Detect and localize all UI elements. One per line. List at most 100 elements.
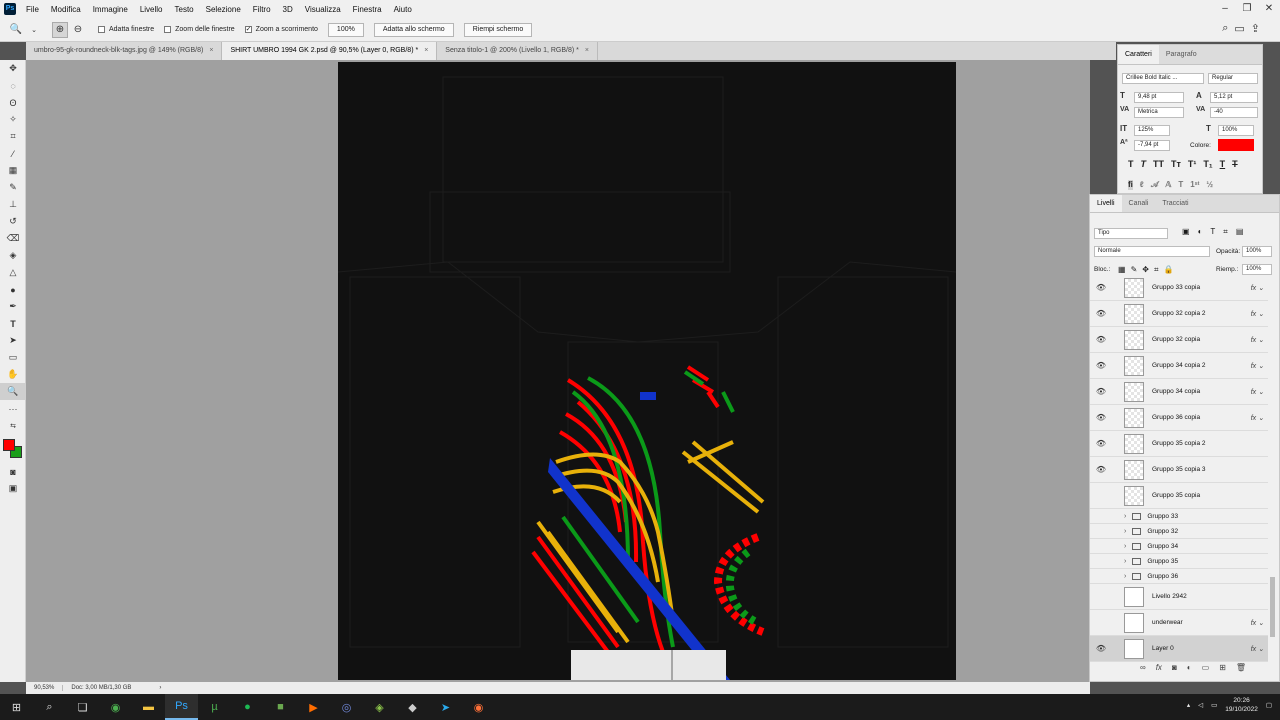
lock-transparency-icon[interactable]: ▦ xyxy=(1118,265,1126,275)
utorrent-icon[interactable]: µ xyxy=(198,694,231,720)
fit-screen-button[interactable]: Adatta allo schermo xyxy=(373,22,454,37)
layer-group-row[interactable]: › Gruppo 35 xyxy=(1090,554,1268,569)
screen-mode-icon[interactable]: ▣ xyxy=(0,480,26,497)
restore-icon[interactable]: ❐ xyxy=(1236,0,1258,18)
layer-row[interactable]: 👁 Gruppo 32 copia 2 fx ⌄ xyxy=(1090,301,1268,327)
link-layers-icon[interactable]: ∞ xyxy=(1140,663,1146,672)
layer-name[interactable]: Gruppo 34 copia xyxy=(1152,388,1200,395)
swap-colors-icon[interactable]: ⇆ xyxy=(0,417,26,434)
eye-icon[interactable]: 👁 xyxy=(1090,283,1112,292)
text-color-swatch[interactable] xyxy=(1218,139,1254,151)
menu-testo[interactable]: Testo xyxy=(169,5,200,14)
workspace-icon[interactable]: ▭ xyxy=(1234,22,1244,35)
media-player-icon[interactable]: ▶ xyxy=(297,694,330,720)
layer-name[interactable]: Gruppo 32 copia 2 xyxy=(1152,310,1205,317)
eye-icon[interactable]: 👁 xyxy=(1090,361,1112,370)
volume-icon[interactable]: ◁ xyxy=(1198,701,1203,709)
underline-icon[interactable]: T xyxy=(1220,159,1226,169)
menu-visualizza[interactable]: Visualizza xyxy=(299,5,347,14)
strikethrough-icon[interactable]: T xyxy=(1232,159,1238,169)
eye-icon[interactable]: 👁 xyxy=(1090,335,1112,344)
adjustment-layer-icon[interactable]: ◐ xyxy=(1187,663,1192,672)
clock[interactable]: 20:26 19/10/2022 xyxy=(1225,696,1258,714)
status-chevron-icon[interactable]: › xyxy=(159,685,161,691)
tab-canali[interactable]: Canali xyxy=(1122,195,1156,212)
chevron-right-icon[interactable]: › xyxy=(1124,573,1126,580)
app-icon[interactable]: ◈ xyxy=(363,694,396,720)
tab-caratteri[interactable]: Caratteri xyxy=(1118,45,1159,64)
zoom-value-field[interactable]: 100% xyxy=(327,22,364,37)
healing-brush-icon[interactable]: ▦ xyxy=(0,162,26,179)
superscript-icon[interactable]: T¹ xyxy=(1188,159,1197,169)
vertical-scale-field[interactable]: 125% xyxy=(1134,125,1170,136)
ligature-icon[interactable]: fi xyxy=(1128,180,1133,190)
fx-icon[interactable]: fx ⌄ xyxy=(1251,362,1264,370)
new-layer-icon[interactable]: ⊞ xyxy=(1219,663,1226,672)
layer-group-name[interactable]: Gruppo 35 xyxy=(1147,558,1178,565)
tab-umbro-jpg[interactable]: umbro-95-gk-roundneck-blk-tags.jpg @ 149… xyxy=(26,42,223,60)
close-icon[interactable]: × xyxy=(424,47,428,54)
share-icon[interactable]: ⇪ xyxy=(1251,22,1260,35)
type-filter-icon[interactable]: T xyxy=(1210,227,1215,237)
marquee-tool-icon[interactable]: ◌ xyxy=(0,77,26,94)
resize-windows-checkbox[interactable]: Adatta finestre xyxy=(98,26,154,33)
fx-icon[interactable]: fx ⌄ xyxy=(1251,388,1264,396)
type-tool-icon[interactable]: T xyxy=(0,315,26,332)
chrome-icon[interactable]: ◉ xyxy=(99,694,132,720)
fx-icon[interactable]: fx xyxy=(1156,663,1162,672)
layer-name[interactable]: Gruppo 36 copia xyxy=(1152,414,1200,421)
status-zoom[interactable]: 90,53% xyxy=(26,685,64,691)
menu-immagine[interactable]: Immagine xyxy=(87,5,134,14)
menu-modifica[interactable]: Modifica xyxy=(45,5,87,14)
layer-row[interactable]: 👁 Gruppo 36 copia fx ⌄ xyxy=(1090,405,1268,431)
layer-row[interactable]: 👁 Gruppo 34 copia fx ⌄ xyxy=(1090,379,1268,405)
layer-row[interactable]: 👁 Gruppo 33 copia fx ⌄ xyxy=(1090,275,1268,301)
zoom-tool-icon[interactable]: 🔍 xyxy=(0,383,26,400)
layer-name[interactable]: Livello 2942 xyxy=(1152,593,1187,600)
ordinals-icon[interactable]: 1ˢᵗ xyxy=(1190,180,1199,190)
layer-row[interactable]: 👁 Gruppo 34 copia 2 fx ⌄ xyxy=(1090,353,1268,379)
zoom-tool-icon[interactable]: 🔍 xyxy=(8,22,24,38)
eye-icon[interactable]: 👁 xyxy=(1090,309,1112,318)
blend-mode-select[interactable]: Normale xyxy=(1094,246,1210,257)
hand-tool-icon[interactable]: ✋ xyxy=(0,366,26,383)
layer-name[interactable]: Gruppo 35 copia 3 xyxy=(1152,466,1205,473)
faux-italic-icon[interactable]: T xyxy=(1141,159,1147,169)
git-icon[interactable]: ◆ xyxy=(396,694,429,720)
foreground-color-swatch[interactable] xyxy=(3,439,15,451)
tab-paragrafo[interactable]: Paragrafo xyxy=(1159,45,1204,64)
font-family-select[interactable]: Crillee Bold Italic ... xyxy=(1122,73,1204,84)
zoom-all-windows-checkbox[interactable]: Zoom delle finestre xyxy=(164,26,235,33)
crop-tool-icon[interactable]: ⌗ xyxy=(0,128,26,145)
lasso-tool-icon[interactable]: ʘ xyxy=(0,94,26,111)
minecraft-icon[interactable]: ■ xyxy=(264,694,297,720)
shape-filter-icon[interactable]: ⌗ xyxy=(1223,227,1228,237)
discord-icon[interactable]: ◎ xyxy=(330,694,363,720)
chevron-right-icon[interactable]: › xyxy=(1124,513,1126,520)
layer-row[interactable]: underwear fx ⌄ xyxy=(1090,610,1268,636)
tab-shirt-psd[interactable]: SHIRT UMBRO 1994 GK 2.psd @ 90,5% (Layer… xyxy=(222,42,438,60)
history-brush-icon[interactable]: ↺ xyxy=(0,213,26,230)
lock-position-icon[interactable]: ✥ xyxy=(1142,265,1149,275)
eye-icon[interactable]: 👁 xyxy=(1090,465,1112,474)
menu-finestra[interactable]: Finestra xyxy=(347,5,388,14)
layer-group-row[interactable]: › Gruppo 32 xyxy=(1090,524,1268,539)
kerning-field[interactable]: Metrica xyxy=(1134,107,1184,118)
eye-icon[interactable]: 👁 xyxy=(1090,439,1112,448)
zoom-out-icon[interactable]: ⊖ xyxy=(70,22,86,38)
battery-icon[interactable]: ▭ xyxy=(1211,701,1217,709)
pen-tool-icon[interactable]: ✒ xyxy=(0,298,26,315)
chevron-right-icon[interactable]: › xyxy=(1124,543,1126,550)
menu-aiuto[interactable]: Aiuto xyxy=(388,5,418,14)
move-tool-icon[interactable]: ✥ xyxy=(0,60,26,77)
font-style-select[interactable]: Regular xyxy=(1208,73,1258,84)
document-canvas[interactable] xyxy=(338,62,956,680)
lock-pixels-icon[interactable]: ✎ xyxy=(1131,265,1138,275)
faux-bold-icon[interactable]: T xyxy=(1128,159,1134,169)
layer-name[interactable]: Gruppo 34 copia 2 xyxy=(1152,362,1205,369)
layer-row[interactable]: 👁 Layer 0 fx ⌄ xyxy=(1090,636,1268,662)
swash-icon[interactable]: 𝒜 xyxy=(1151,180,1159,190)
tab-tracciati[interactable]: Tracciati xyxy=(1155,195,1195,212)
new-group-icon[interactable]: ▭ xyxy=(1202,663,1210,672)
chevron-right-icon[interactable]: › xyxy=(1124,528,1126,535)
